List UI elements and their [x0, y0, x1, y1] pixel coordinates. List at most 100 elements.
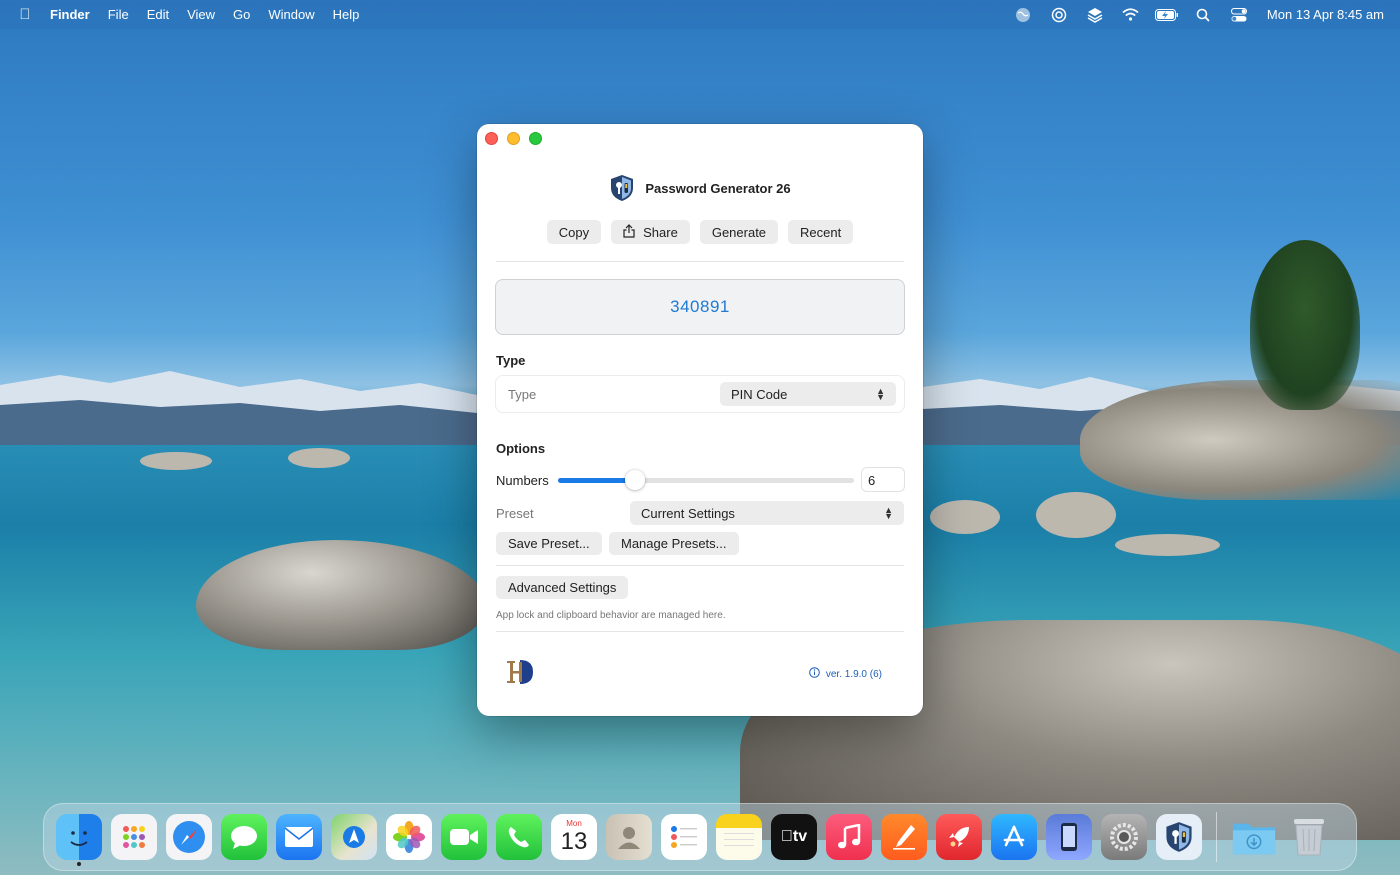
generated-password-value: 340891 — [670, 297, 730, 316]
numbers-slider-knob[interactable] — [624, 470, 645, 490]
type-select[interactable]: PIN Code ▲ ▼ — [720, 382, 896, 406]
menu-bar:  Finder File Edit View Go Window Help M… — [0, 0, 1400, 29]
zoom-window-button[interactable] — [529, 132, 542, 145]
tv-dock-icon[interactable]: tv — [771, 814, 817, 860]
music-dock-icon[interactable] — [826, 814, 872, 860]
menu-edit[interactable]: Edit — [138, 7, 178, 22]
rock-small — [930, 500, 1000, 534]
downloads-folder-dock-icon[interactable] — [1231, 814, 1277, 860]
save-preset-label: Save Preset... — [508, 536, 590, 551]
password-generator-window: Password Generator 26 Copy Share Generat… — [477, 124, 923, 716]
minimize-window-button[interactable] — [507, 132, 520, 145]
spotlight-search-icon[interactable] — [1185, 6, 1221, 24]
menu-file[interactable]: File — [99, 7, 138, 22]
layers-icon[interactable] — [1077, 6, 1113, 24]
version-label: ver. 1.9.0 (6) — [825, 668, 882, 680]
generated-password-field[interactable]: 340891 — [495, 279, 905, 335]
globe-icon[interactable] — [1005, 6, 1041, 24]
pages-dock-icon[interactable] — [881, 814, 927, 860]
save-preset-button[interactable]: Save Preset... — [496, 532, 602, 555]
notes-dock-icon[interactable] — [716, 814, 762, 860]
preset-select-value: Current Settings — [641, 505, 735, 521]
info-icon — [809, 667, 820, 681]
rocket-dock-icon[interactable] — [936, 814, 982, 860]
advanced-settings-button[interactable]: Advanced Settings — [496, 576, 629, 599]
tv-label: tv — [786, 828, 807, 845]
boulder-left — [196, 540, 486, 650]
menu-clock[interactable]: Mon 13 Apr 8:45 am — [1257, 7, 1388, 22]
battery-charging-icon[interactable] — [1149, 6, 1185, 24]
share-button[interactable]: Share — [611, 220, 690, 244]
divider — [496, 631, 904, 632]
safari-dock-icon[interactable] — [166, 814, 212, 860]
window-title-bar: Password Generator 26 — [477, 174, 923, 202]
rock-small — [288, 448, 350, 468]
share-icon — [623, 223, 635, 241]
rocky-shore — [1080, 380, 1400, 500]
system-settings-dock-icon[interactable] — [1101, 814, 1147, 860]
numbers-slider-fill — [558, 478, 635, 483]
generate-button[interactable]: Generate — [699, 220, 779, 244]
pine-tree — [1250, 240, 1360, 410]
preset-label: Preset — [496, 506, 534, 521]
running-indicator — [77, 862, 81, 866]
type-section-heading: Type — [496, 353, 526, 368]
maps-dock-icon[interactable] — [331, 814, 377, 860]
menu-app-name[interactable]: Finder — [38, 7, 99, 22]
calendar-dock-icon[interactable]: Mon 13 — [551, 814, 597, 860]
preset-select[interactable]: Current Settings ▲ ▼ — [630, 501, 904, 525]
copy-button[interactable]: Copy — [546, 220, 602, 244]
copy-button-label: Copy — [558, 224, 590, 240]
launchpad-dock-icon[interactable] — [111, 814, 157, 860]
phone-dock-icon[interactable] — [496, 814, 542, 860]
divider — [496, 565, 904, 566]
window-controls — [485, 132, 542, 145]
password-generator-dock-icon[interactable] — [1156, 814, 1202, 860]
manage-presets-label: Manage Presets... — [621, 536, 727, 551]
menu-view[interactable]: View — [178, 7, 224, 22]
simulator-dock-icon[interactable] — [1046, 814, 1092, 860]
advanced-settings-note: App lock and clipboard behavior are mana… — [496, 610, 726, 621]
app-store-dock-icon[interactable] — [991, 814, 1037, 860]
type-select-value: PIN Code — [731, 386, 788, 402]
menu-window[interactable]: Window — [259, 7, 323, 22]
trash-dock-icon[interactable] — [1286, 814, 1332, 860]
type-row: Type PIN Code ▲ ▼ — [495, 375, 905, 413]
dock: Mon 13 tv — [43, 803, 1357, 871]
apple-menu-icon[interactable]:  — [12, 6, 38, 23]
advanced-settings-label: Advanced Settings — [508, 580, 617, 595]
rock-small — [1115, 534, 1220, 556]
menu-help[interactable]: Help — [324, 7, 369, 22]
numbers-row: Numbers 6 — [496, 467, 906, 493]
close-window-button[interactable] — [485, 132, 498, 145]
control-center-icon[interactable] — [1221, 6, 1257, 24]
menu-go[interactable]: Go — [224, 7, 259, 22]
numbers-slider[interactable] — [558, 470, 854, 490]
options-section-heading: Options — [496, 441, 546, 456]
reminders-dock-icon[interactable] — [661, 814, 707, 860]
numbers-value-field[interactable]: 6 — [861, 467, 905, 492]
finder-dock-icon[interactable] — [56, 814, 102, 866]
photos-dock-icon[interactable] — [386, 814, 432, 860]
wifi-icon[interactable] — [1113, 6, 1149, 24]
developer-logo-icon[interactable] — [506, 656, 536, 688]
facetime-dock-icon[interactable] — [441, 814, 487, 860]
version-info[interactable]: ver. 1.9.0 (6) — [809, 667, 882, 681]
messages-dock-icon[interactable] — [221, 814, 267, 860]
rock-small — [1036, 492, 1116, 538]
numbers-label: Numbers — [496, 473, 549, 488]
type-field-label: Type — [508, 387, 537, 402]
share-button-label: Share — [643, 224, 678, 240]
contacts-dock-icon[interactable] — [606, 814, 652, 860]
lifebuoy-icon[interactable] — [1041, 6, 1077, 24]
divider — [496, 261, 904, 262]
password-generator-app-icon — [609, 174, 635, 202]
calendar-date-label: 13 — [560, 828, 588, 855]
dock-divider — [1216, 812, 1217, 862]
manage-presets-button[interactable]: Manage Presets... — [609, 532, 739, 555]
window-toolbar: Copy Share Generate Recent — [477, 220, 923, 244]
rock-small — [140, 452, 212, 470]
updown-chevron-icon: ▲ ▼ — [884, 505, 893, 521]
recent-button[interactable]: Recent — [788, 220, 854, 244]
mail-dock-icon[interactable] — [276, 814, 322, 860]
